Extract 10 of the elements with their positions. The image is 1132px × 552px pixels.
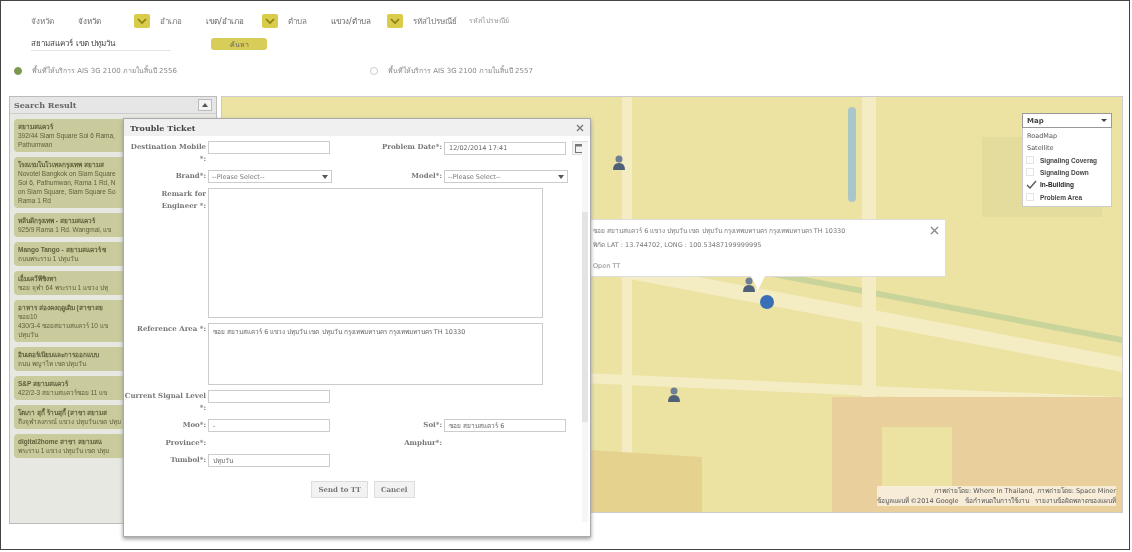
postcode-label: รหัสไปรษณีย์: [413, 15, 457, 28]
search-field[interactable]: สยามสแควร์ เขต ปทุมวัน: [31, 37, 171, 51]
dialog-title: Trouble Ticket: [130, 122, 196, 133]
filter-dropdown[interactable]: แขวง/ตำบล: [317, 14, 403, 28]
filter-label: อำเภอ: [160, 15, 182, 28]
filter-dropdown[interactable]: จังหวัด: [64, 14, 150, 28]
filter-label: จังหวัด: [31, 15, 54, 28]
filter-dropdown[interactable]: เขต/อำเภอ: [192, 14, 278, 28]
filter-label: ตำบล: [288, 15, 307, 28]
panel-title: Search Result: [14, 100, 77, 110]
